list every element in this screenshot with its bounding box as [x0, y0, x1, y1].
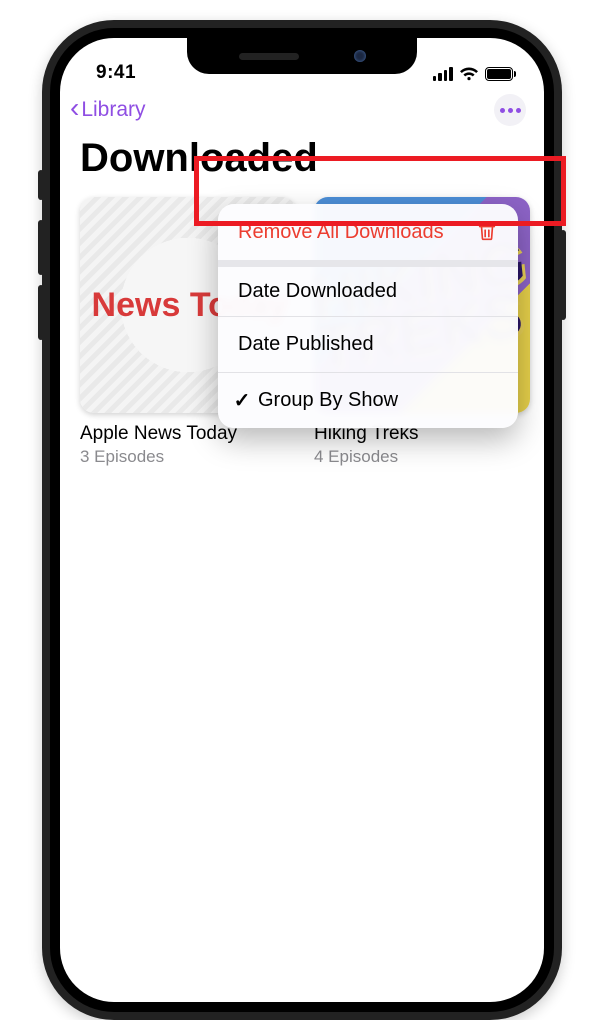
screen: 9:41 ‹ Library	[60, 38, 544, 1002]
menu-item-label: Group By Show	[258, 389, 498, 412]
podcast-subtitle: 3 Episodes	[80, 447, 296, 467]
more-options-button[interactable]	[494, 94, 526, 126]
device-notch	[187, 38, 417, 74]
menu-item-group-by-show[interactable]: ✓ Group By Show	[218, 372, 518, 428]
back-label: Library	[81, 98, 145, 122]
chevron-left-icon: ‹	[70, 98, 79, 118]
back-button[interactable]: ‹ Library	[70, 98, 146, 122]
cellular-signal-icon	[433, 67, 453, 81]
menu-item-remove-all[interactable]: Remove All Downloads	[218, 204, 518, 260]
battery-icon	[485, 67, 517, 81]
sort-options-menu: Remove All Downloads Date Downloaded Dat…	[218, 204, 518, 428]
menu-item-date-published[interactable]: Date Published	[218, 316, 518, 372]
menu-item-label: Date Published	[238, 333, 374, 356]
menu-item-label: Remove All Downloads	[238, 221, 444, 244]
wifi-icon	[459, 67, 479, 83]
nav-header: ‹ Library	[60, 84, 544, 130]
checkmark-icon: ✓	[232, 388, 252, 413]
podcast-subtitle: 4 Episodes	[314, 447, 530, 467]
menu-item-label: Date Downloaded	[238, 280, 397, 303]
menu-item-date-downloaded[interactable]: Date Downloaded	[218, 260, 518, 316]
trash-icon	[476, 221, 498, 243]
front-camera	[354, 50, 366, 62]
device-frame: 9:41 ‹ Library	[42, 20, 562, 1020]
speaker-grille	[239, 53, 299, 60]
status-time: 9:41	[96, 62, 136, 84]
page-title: Downloaded	[60, 130, 544, 197]
